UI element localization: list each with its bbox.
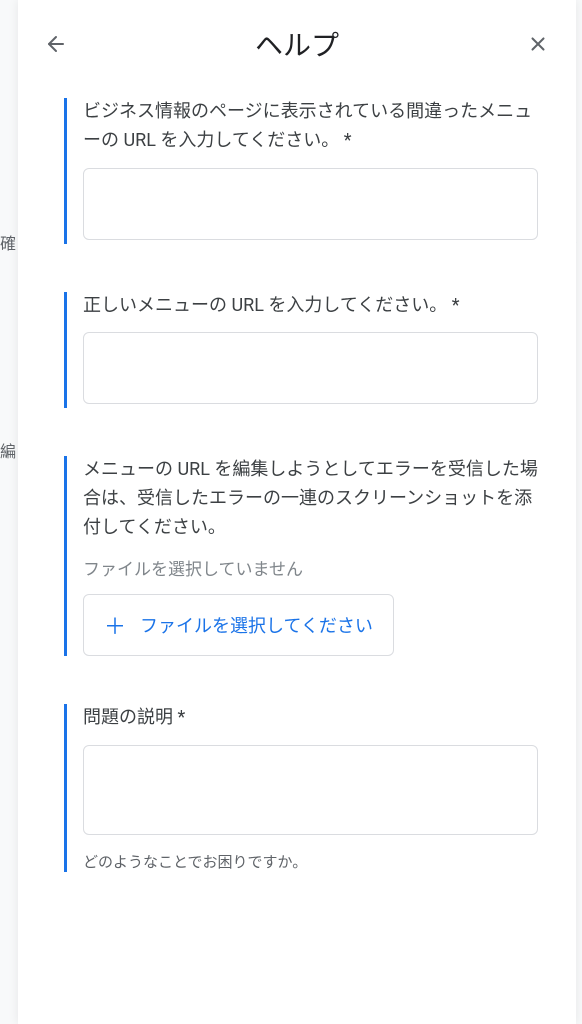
help-panel: ヘルプ ビジネス情報のページに表示されている間違ったメニューの URL を入力し… bbox=[18, 0, 576, 1024]
file-select-button[interactable]: ＋ ファイルを選択してください bbox=[83, 594, 394, 656]
help-text: どのようなことでお困りですか。 bbox=[83, 851, 538, 872]
wrong-url-group: ビジネス情報のページに表示されている間違ったメニューの URL を入力してくださ… bbox=[68, 98, 538, 244]
field-label: 正しいメニューの URL を入力してください。 * bbox=[83, 292, 538, 321]
screenshot-group: メニューの URL を編集しようとしてエラーを受信した場合は、受信したエラーの一… bbox=[68, 456, 538, 655]
file-button-label: ファイルを選択してください bbox=[140, 612, 373, 638]
close-icon bbox=[527, 33, 549, 55]
accent-bar bbox=[64, 292, 67, 409]
field-label: ビジネス情報のページに表示されている間違ったメニューの URL を入力してくださ… bbox=[83, 98, 538, 156]
back-button[interactable] bbox=[38, 26, 74, 62]
field-label: 問題の説明 * bbox=[83, 704, 538, 733]
accent-bar bbox=[64, 704, 67, 872]
form-content: ビジネス情報のページに表示されている間違ったメニューの URL を入力してくださ… bbox=[18, 88, 576, 1024]
close-button[interactable] bbox=[520, 26, 556, 62]
bg-text-fragment: 編 bbox=[0, 438, 16, 462]
correct-url-group: 正しいメニューの URL を入力してください。 * bbox=[68, 292, 538, 409]
bg-text-fragment: 確 bbox=[0, 230, 16, 254]
file-status-text: ファイルを選択していません bbox=[83, 555, 538, 580]
accent-bar bbox=[64, 456, 67, 655]
panel-title: ヘルプ bbox=[74, 24, 520, 64]
plus-icon: ＋ bbox=[104, 609, 126, 641]
description-input[interactable] bbox=[83, 745, 538, 835]
correct-url-input[interactable] bbox=[83, 332, 538, 404]
accent-bar bbox=[64, 98, 67, 244]
arrow-left-icon bbox=[44, 32, 68, 56]
panel-header: ヘルプ bbox=[18, 0, 576, 88]
description-group: 問題の説明 * どのようなことでお困りですか。 bbox=[68, 704, 538, 872]
field-label: メニューの URL を編集しようとしてエラーを受信した場合は、受信したエラーの一… bbox=[83, 456, 538, 542]
wrong-url-input[interactable] bbox=[83, 168, 538, 240]
